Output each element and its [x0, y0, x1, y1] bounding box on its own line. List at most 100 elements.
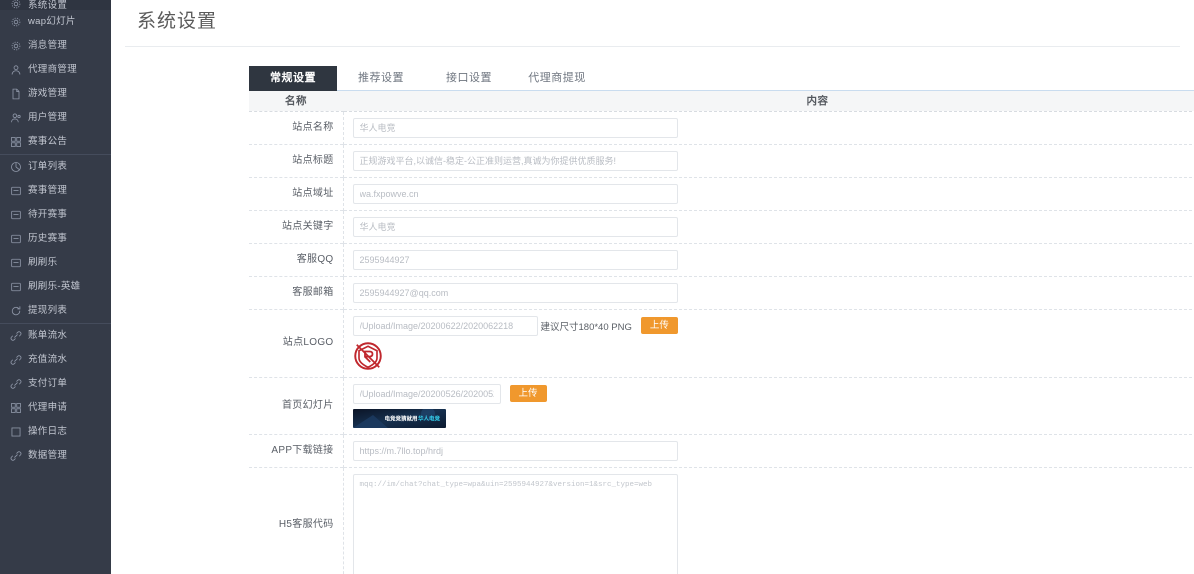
table-row: 站点名称 — [249, 111, 1194, 144]
sidebar-item-label: 游戏管理 — [28, 89, 67, 99]
sidebar-item-0-1[interactable]: wap幻灯片 — [0, 10, 111, 34]
box-icon — [9, 257, 22, 270]
sidebar-item-2-1[interactable]: 充值流水 — [0, 348, 111, 372]
sidebar-item-1-6[interactable]: 提现列表 — [0, 299, 111, 323]
column-header-content: 内容 — [343, 91, 1194, 111]
link-icon — [9, 330, 22, 343]
sidebar-item-label: 历史赛事 — [28, 234, 67, 244]
row-label: 站点名称 — [249, 111, 343, 144]
upload-button[interactable]: 上传 — [641, 317, 678, 334]
row-label: H5客服代码 — [249, 467, 343, 574]
field-input[interactable] — [353, 151, 678, 171]
square-icon — [9, 426, 22, 439]
sidebar-item-1-2[interactable]: 待开赛事 — [0, 203, 111, 227]
sidebar-item-2-0[interactable]: 账单流水 — [0, 324, 111, 348]
table-row: 站点标题 — [249, 144, 1194, 177]
row-label: 首页幻灯片 — [249, 377, 343, 434]
upload-field: 建议尺寸180*40 PNG 上传 — [353, 316, 1194, 371]
sidebar-item-2-2[interactable]: 支付订单 — [0, 372, 111, 396]
sidebar-item-label: 赛事管理 — [28, 186, 67, 196]
file-icon — [9, 88, 22, 101]
table-row: 客服QQ — [249, 243, 1194, 276]
field-input[interactable] — [353, 441, 678, 461]
tab-0[interactable]: 常规设置 — [249, 66, 337, 91]
sidebar-item-2-5[interactable]: 数据管理 — [0, 444, 111, 468]
main-content: 系统设置 常规设置推荐设置接口设置代理商提现 名称 内容 站点名称站点标题站点域… — [111, 0, 1194, 574]
table-body: 站点名称站点标题站点域址站点关键字客服QQ客服邮箱站点LOGO建议尺寸180*4… — [249, 111, 1194, 574]
sidebar-item-1-3[interactable]: 历史赛事 — [0, 227, 111, 251]
upload-hint: 建议尺寸180*40 PNG — [541, 319, 632, 333]
table-header-row: 名称 内容 — [249, 91, 1194, 111]
sidebar-item-label: 账单流水 — [28, 331, 67, 341]
sidebar-item-0-0[interactable]: 系统设置 — [0, 0, 111, 10]
sidebar-item-label: 赛事公告 — [28, 137, 67, 147]
sidebar-group-2: 订单列表赛事管理待开赛事历史赛事刷刷乐刷刷乐-英雄提现列表 — [0, 154, 111, 323]
sidebar-item-label: wap幻灯片 — [28, 17, 76, 27]
sidebar-item-1-5[interactable]: 刷刷乐-英雄 — [0, 275, 111, 299]
sidebar-item-1-4[interactable]: 刷刷乐 — [0, 251, 111, 275]
table-head: 名称 内容 — [249, 91, 1194, 111]
sidebar-item-0-4[interactable]: 游戏管理 — [0, 82, 111, 106]
sidebar-item-label: 刷刷乐 — [28, 258, 57, 268]
row-value-cell — [343, 177, 1194, 210]
table-row: 站点LOGO建议尺寸180*40 PNG上传 — [249, 309, 1194, 377]
box-icon — [9, 209, 22, 222]
field-input[interactable] — [353, 184, 678, 204]
sidebar-item-2-3[interactable]: 代理申请 — [0, 396, 111, 420]
row-value-cell — [343, 276, 1194, 309]
sidebar-item-label: 提现列表 — [28, 306, 67, 316]
sidebar-item-label: 支付订单 — [28, 379, 67, 389]
row-label: APP下载链接 — [249, 434, 343, 467]
column-header-name: 名称 — [249, 91, 343, 111]
sidebar-item-label: 操作日志 — [28, 427, 67, 437]
field-input[interactable] — [353, 283, 678, 303]
upload-button[interactable]: 上传 — [510, 385, 547, 402]
tab-3[interactable]: 代理商提现 — [513, 66, 601, 91]
row-label: 站点标题 — [249, 144, 343, 177]
row-value-cell — [343, 210, 1194, 243]
grid-icon — [9, 402, 22, 415]
sidebar-item-label: 数据管理 — [28, 451, 67, 461]
users-icon — [9, 112, 22, 125]
table-row: 站点域址 — [249, 177, 1194, 210]
sidebar: 系统设置 wap幻灯片消息管理代理商管理游戏管理用户管理赛事公告订单列表赛事管理待… — [0, 0, 111, 574]
gear-icon — [9, 16, 22, 29]
row-value-cell — [343, 111, 1194, 144]
upload-row: 建议尺寸180*40 PNG 上传 — [353, 316, 1194, 336]
upload-field: 上传电竞竞猜就用华人电竞 — [353, 384, 1194, 428]
tab-1[interactable]: 推荐设置 — [337, 66, 425, 91]
sidebar-item-0-3[interactable]: 代理商管理 — [0, 58, 111, 82]
field-input[interactable] — [353, 118, 678, 138]
sidebar-item-0-5[interactable]: 用户管理 — [0, 106, 111, 130]
table-row: 站点关键字 — [249, 210, 1194, 243]
user-icon — [9, 64, 22, 77]
upload-path-input[interactable] — [353, 316, 538, 336]
settings-table: 名称 内容 站点名称站点标题站点域址站点关键字客服QQ客服邮箱站点LOGO建议尺… — [249, 91, 1194, 574]
row-value-cell — [343, 434, 1194, 467]
tab-bar: 常规设置推荐设置接口设置代理商提现 — [249, 66, 1194, 91]
table-row: H5客服代码mqq://im/chat?chat_type=wpa&uin=25… — [249, 467, 1194, 574]
field-input[interactable] — [353, 217, 678, 237]
sidebar-item-1-1[interactable]: 赛事管理 — [0, 179, 111, 203]
h5-service-code-textarea[interactable]: mqq://im/chat?chat_type=wpa&uin=25959449… — [353, 474, 678, 574]
sidebar-item-label: 订单列表 — [28, 162, 67, 172]
tab-2[interactable]: 接口设置 — [425, 66, 513, 91]
field-input[interactable] — [353, 250, 678, 270]
sidebar-item-1-0[interactable]: 订单列表 — [0, 155, 111, 179]
upload-row: 上传 — [353, 384, 1194, 404]
link-icon — [9, 354, 22, 367]
sidebar-item-0-2[interactable]: 消息管理 — [0, 34, 111, 58]
sidebar-item-2-4[interactable]: 操作日志 — [0, 420, 111, 444]
page-header: 系统设置 — [125, 0, 1180, 47]
site-logo-preview — [353, 341, 383, 371]
link-icon — [9, 378, 22, 391]
sidebar-item-label: 代理商管理 — [28, 65, 77, 75]
row-value-cell — [343, 243, 1194, 276]
sidebar-item-label: 用户管理 — [28, 113, 67, 123]
row-label: 站点关键字 — [249, 210, 343, 243]
sidebar-item-0-6[interactable]: 赛事公告 — [0, 130, 111, 154]
row-label: 客服QQ — [249, 243, 343, 276]
upload-path-input[interactable] — [353, 384, 501, 404]
sidebar-item-label: 待开赛事 — [28, 210, 67, 220]
table-row: 首页幻灯片上传电竞竞猜就用华人电竞 — [249, 377, 1194, 434]
